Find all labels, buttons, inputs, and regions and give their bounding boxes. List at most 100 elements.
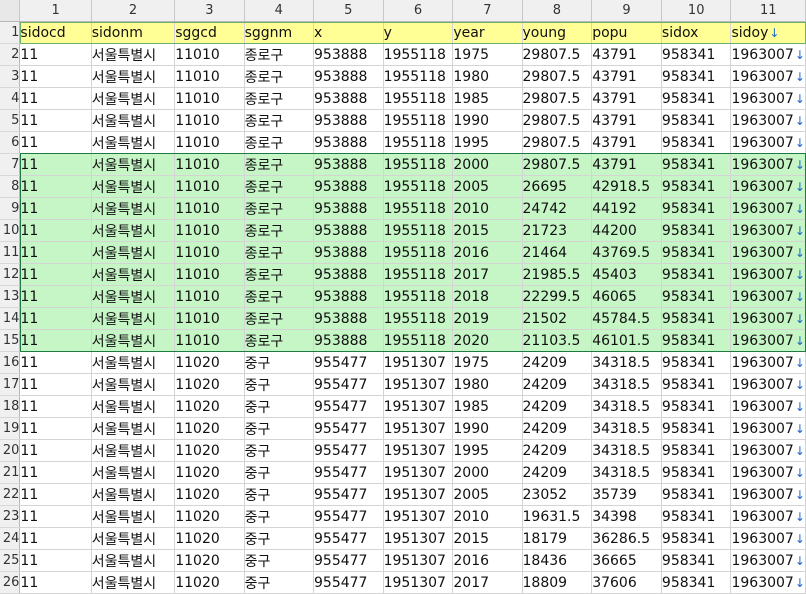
data-cell[interactable]: 953888 [313, 87, 384, 110]
data-cell[interactable]: 43791 [591, 87, 662, 110]
data-cell[interactable]: 11010 [174, 175, 245, 198]
data-cell[interactable]: 2019 [452, 307, 523, 330]
data-cell[interactable]: 1951307 [383, 549, 454, 572]
data-cell[interactable]: 34318.5 [591, 351, 662, 374]
data-cell[interactable]: 953888 [313, 197, 384, 220]
data-cell[interactable]: 1963007 [730, 373, 806, 396]
data-cell[interactable]: 1955118 [383, 219, 454, 242]
data-cell[interactable]: 1963007 [730, 549, 806, 572]
data-cell[interactable]: 종로구 [244, 307, 315, 330]
data-cell[interactable]: 24209 [522, 461, 593, 484]
data-cell[interactable]: 958341 [661, 307, 732, 330]
data-cell[interactable]: 953888 [313, 329, 384, 352]
header-cell[interactable]: popu [591, 21, 662, 44]
row-number[interactable]: 19 [0, 417, 21, 440]
header-cell[interactable]: y [383, 21, 454, 44]
data-cell[interactable]: 24209 [522, 417, 593, 440]
data-cell[interactable]: 1955118 [383, 131, 454, 154]
header-cell[interactable]: sidocd [19, 21, 92, 44]
row-number[interactable]: 14 [0, 307, 21, 330]
data-cell[interactable]: 29807.5 [522, 87, 593, 110]
row-number[interactable]: 7 [0, 153, 21, 176]
corner-cell[interactable] [0, 0, 21, 22]
data-cell[interactable]: 서울특별시 [91, 131, 176, 154]
data-cell[interactable]: 34318.5 [591, 461, 662, 484]
data-cell[interactable]: 11010 [174, 43, 245, 66]
data-cell[interactable]: 36286.5 [591, 527, 662, 550]
data-cell[interactable]: 11010 [174, 109, 245, 132]
data-cell[interactable]: 958341 [661, 131, 732, 154]
data-cell[interactable]: 23052 [522, 483, 593, 506]
row-number[interactable]: 13 [0, 285, 21, 308]
row-number[interactable]: 3 [0, 65, 21, 88]
data-cell[interactable]: 11 [19, 549, 92, 572]
data-cell[interactable]: 1963007 [730, 65, 806, 88]
data-cell[interactable]: 24209 [522, 373, 593, 396]
data-cell[interactable]: 1955118 [383, 241, 454, 264]
data-cell[interactable]: 44200 [591, 219, 662, 242]
row-number[interactable]: 5 [0, 109, 21, 132]
data-cell[interactable]: 1963007 [730, 527, 806, 550]
data-cell[interactable]: 24742 [522, 197, 593, 220]
row-number[interactable]: 9 [0, 197, 21, 220]
header-cell[interactable]: sggnm [244, 21, 315, 44]
data-cell[interactable]: 34318.5 [591, 439, 662, 462]
data-cell[interactable]: 서울특별시 [91, 175, 176, 198]
column-header[interactable]: 6 [383, 0, 454, 22]
data-cell[interactable]: 11010 [174, 329, 245, 352]
data-cell[interactable]: 11020 [174, 505, 245, 528]
data-cell[interactable]: 11 [19, 351, 92, 374]
data-cell[interactable]: 1975 [452, 351, 523, 374]
data-cell[interactable]: 11 [19, 527, 92, 550]
data-cell[interactable]: 1990 [452, 417, 523, 440]
data-cell[interactable]: 11020 [174, 417, 245, 440]
data-cell[interactable]: 953888 [313, 131, 384, 154]
data-cell[interactable]: 11 [19, 43, 92, 66]
data-cell[interactable]: 45403 [591, 263, 662, 286]
data-cell[interactable]: 26695 [522, 175, 593, 198]
data-cell[interactable]: 11 [19, 285, 92, 308]
data-cell[interactable]: 11 [19, 131, 92, 154]
data-cell[interactable]: 1951307 [383, 505, 454, 528]
header-cell[interactable]: x [313, 21, 384, 44]
data-cell[interactable]: 1975 [452, 43, 523, 66]
data-cell[interactable]: 1951307 [383, 373, 454, 396]
data-cell[interactable]: 11010 [174, 307, 245, 330]
data-cell[interactable]: 18436 [522, 549, 593, 572]
data-cell[interactable]: 2016 [452, 549, 523, 572]
data-cell[interactable]: 서울특별시 [91, 351, 176, 374]
data-cell[interactable]: 1990 [452, 109, 523, 132]
data-cell[interactable]: 46101.5 [591, 329, 662, 352]
data-cell[interactable]: 11 [19, 65, 92, 88]
data-cell[interactable]: 11 [19, 197, 92, 220]
data-cell[interactable]: 서울특별시 [91, 549, 176, 572]
data-cell[interactable]: 11020 [174, 373, 245, 396]
data-cell[interactable]: 1963007 [730, 109, 806, 132]
column-header[interactable]: 2 [91, 0, 176, 22]
data-cell[interactable]: 43791 [591, 109, 662, 132]
data-cell[interactable]: 955477 [313, 439, 384, 462]
data-cell[interactable]: 서울특별시 [91, 571, 176, 594]
data-cell[interactable]: 1963007 [730, 505, 806, 528]
data-cell[interactable]: 958341 [661, 153, 732, 176]
row-number[interactable]: 12 [0, 263, 21, 286]
column-header[interactable]: 7 [452, 0, 523, 22]
data-cell[interactable]: 1963007 [730, 483, 806, 506]
data-cell[interactable]: 955477 [313, 373, 384, 396]
data-cell[interactable]: 1963007 [730, 175, 806, 198]
data-cell[interactable]: 46065 [591, 285, 662, 308]
data-cell[interactable]: 958341 [661, 527, 732, 550]
row-number[interactable]: 23 [0, 505, 21, 528]
data-cell[interactable]: 2017 [452, 263, 523, 286]
row-number[interactable]: 18 [0, 395, 21, 418]
row-number[interactable]: 4 [0, 87, 21, 110]
data-cell[interactable]: 953888 [313, 219, 384, 242]
data-cell[interactable]: 44192 [591, 197, 662, 220]
data-cell[interactable]: 종로구 [244, 109, 315, 132]
data-cell[interactable]: 24209 [522, 351, 593, 374]
data-cell[interactable]: 24209 [522, 395, 593, 418]
data-cell[interactable]: 43791 [591, 43, 662, 66]
row-number[interactable]: 16 [0, 351, 21, 374]
data-cell[interactable]: 1955118 [383, 153, 454, 176]
data-cell[interactable]: 1955118 [383, 87, 454, 110]
